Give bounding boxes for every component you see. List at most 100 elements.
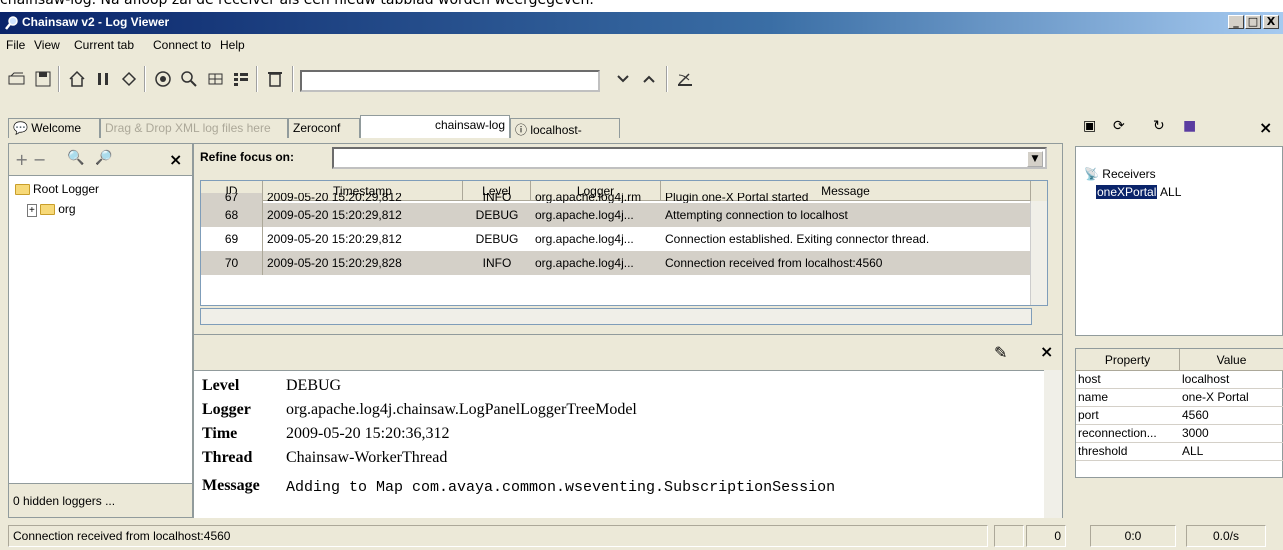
detail-level-label: Level	[202, 377, 240, 394]
tab-chainsaw-log[interactable]: chainsaw-log	[360, 115, 510, 138]
tree-org[interactable]: + org	[27, 202, 76, 217]
menu-view[interactable]: View	[34, 38, 60, 52]
page-caption: chainsaw-log. Na afloop zal de receiver …	[0, 0, 594, 8]
col-property[interactable]: Property	[1076, 349, 1180, 371]
chevron-down-icon[interactable]	[612, 68, 634, 90]
property-row[interactable]: host localhost	[1076, 371, 1283, 389]
detail-message-value: Adding to Map com.avaya.common.wseventin…	[286, 479, 836, 496]
receiver-icon[interactable]	[674, 68, 696, 90]
new-receiver-icon[interactable]: ▣	[1083, 118, 1096, 134]
table-row[interactable]: 67 2009-05-20 15:20:29,812 INFO org.apac…	[201, 193, 1047, 203]
edit-icon[interactable]: ✎	[994, 343, 1007, 362]
detail-body: Level DEBUG Logger org.apache.log4j.chai…	[194, 370, 1044, 518]
magnifier-app-icon	[5, 16, 18, 30]
receivers-root[interactable]: 📡 Receivers	[1084, 167, 1156, 181]
maximize-button[interactable]: □	[1245, 15, 1261, 29]
receiver-item[interactable]: oneXPortal ALL	[1096, 185, 1181, 199]
close-receivers-icon[interactable]: ×	[1259, 118, 1272, 137]
property-row[interactable]: name one-X Portal	[1076, 389, 1283, 407]
tab-welcome[interactable]: 💬 Welcome	[8, 118, 100, 138]
col-value[interactable]: Value	[1180, 349, 1283, 371]
detail-time-value: 2009-05-20 15:20:36,312	[286, 425, 450, 442]
cell-logger: org.apache.log4j...	[535, 256, 634, 270]
status-message: Connection received from localhost:4560	[8, 525, 988, 547]
prop-value: one-X Portal	[1182, 390, 1249, 404]
menu-file[interactable]: File	[6, 38, 25, 52]
cell-id: 69	[201, 227, 263, 251]
property-row[interactable]: threshold ALL	[1076, 443, 1283, 461]
restart-icon[interactable]: ⟳	[1113, 118, 1125, 134]
prop-key: threshold	[1078, 444, 1128, 458]
find-logger-icon[interactable]: 🔎	[95, 150, 112, 166]
receivers-panel: ▣ ⟳ ↻ ■ × 📡 Receivers oneXPortal ALL Pro…	[1071, 112, 1283, 518]
collapse-button[interactable]: −	[33, 150, 46, 169]
cell-id: 68	[201, 203, 263, 227]
menu-help[interactable]: Help	[220, 38, 245, 52]
org-label: org	[58, 202, 76, 216]
expand-button[interactable]: +	[15, 150, 28, 169]
table-row[interactable]: 69 2009-05-20 15:20:29,812 DEBUG org.apa…	[201, 227, 1047, 251]
close-detail-icon[interactable]: ×	[1040, 342, 1053, 361]
home-icon[interactable]	[66, 68, 88, 90]
properties-table: Property Value host localhost name one-X P…	[1075, 348, 1283, 478]
tab-localhost[interactable]: ⓘ localhost-	[510, 118, 620, 138]
refresh-icon[interactable]	[118, 68, 140, 90]
target-icon[interactable]	[152, 68, 174, 90]
tab-localhost-label: localhost-	[530, 123, 582, 137]
prop-value: 4560	[1182, 408, 1209, 422]
detail-message-label: Message	[202, 477, 260, 494]
cell-message: Attempting connection to localhost	[665, 208, 848, 222]
log-table: ID Timestamp Level Logger Message 67 200…	[200, 180, 1048, 306]
tab-chainsaw-log-label: chainsaw-log	[434, 118, 505, 132]
tab-drag-drop[interactable]: Drag & Drop XML log files here	[100, 118, 288, 138]
table-icon[interactable]	[204, 68, 226, 90]
detail-scrollbar[interactable]	[1044, 370, 1062, 518]
status-rate: 0.0/s	[1186, 525, 1266, 547]
columns-icon[interactable]	[230, 68, 252, 90]
stop-icon[interactable]: ■	[1183, 118, 1196, 134]
receiver-tools: ▣ ⟳ ↻ ■ ×	[1071, 112, 1283, 144]
table-row[interactable]: 68 2009-05-20 15:20:29,812 DEBUG org.apa…	[201, 203, 1047, 227]
table-vertical-scrollbar[interactable]	[1030, 201, 1047, 305]
status-count: 0	[1026, 525, 1066, 547]
cell-level: INFO	[482, 256, 512, 270]
menu-connect-to[interactable]: Connect to	[153, 38, 211, 52]
open-icon[interactable]	[6, 68, 28, 90]
cell-message: Connection received from localhost:4560	[665, 256, 883, 270]
detail-logger-value: org.apache.log4j.chainsaw.LogPanelLogger…	[286, 401, 637, 418]
cell-message: Connection established. Exiting connecto…	[665, 232, 930, 246]
receivers-root-label: Receivers	[1102, 167, 1156, 181]
prop-value: 3000	[1182, 426, 1209, 440]
close-panel-icon[interactable]: ×	[169, 150, 182, 169]
chainsaw-window: Chainsaw v2 - Log Viewer _ □ X File View…	[0, 12, 1283, 550]
property-row[interactable]: port 4560	[1076, 407, 1283, 425]
reload-icon[interactable]: ↻	[1153, 118, 1165, 134]
receiver-level: ALL	[1160, 185, 1182, 199]
menu-bar: File View Current tab Connect to Help	[0, 34, 1283, 56]
focus-icon[interactable]: 🔍	[67, 150, 84, 166]
detail-time-label: Time	[202, 425, 238, 442]
window-title: Chainsaw v2 - Log Viewer	[22, 15, 170, 29]
tree-root-logger[interactable]: Root Logger	[15, 182, 99, 196]
detail-thread-label: Thread	[202, 449, 253, 466]
minimize-button[interactable]: _	[1228, 15, 1244, 29]
refine-input[interactable]: ▼	[332, 147, 1047, 169]
expand-toggle-icon[interactable]: +	[27, 204, 37, 217]
menu-current-tab[interactable]: Current tab	[74, 38, 134, 52]
cell-level: DEBUG	[475, 208, 519, 222]
search-icon[interactable]	[178, 68, 200, 90]
property-row[interactable]: reconnection... 3000	[1076, 425, 1283, 443]
tab-zeroconf[interactable]: Zeroconf	[288, 118, 360, 138]
save-icon[interactable]	[32, 68, 54, 90]
dropdown-arrow-icon[interactable]: ▼	[1027, 151, 1043, 167]
close-window-button[interactable]: X	[1263, 15, 1279, 29]
pause-icon[interactable]	[92, 68, 114, 90]
find-input[interactable]	[300, 70, 600, 92]
table-horizontal-scrollbar[interactable]	[200, 308, 1032, 325]
chevron-up-icon[interactable]	[638, 68, 660, 90]
hidden-loggers[interactable]: 0 hidden loggers ...	[9, 483, 192, 517]
detail-thread-value: Chainsaw-WorkerThread	[286, 449, 448, 466]
prop-value: localhost	[1182, 372, 1230, 386]
trash-icon[interactable]	[264, 68, 286, 90]
table-row[interactable]: 70 2009-05-20 15:20:29,828 INFO org.apac…	[201, 251, 1047, 275]
